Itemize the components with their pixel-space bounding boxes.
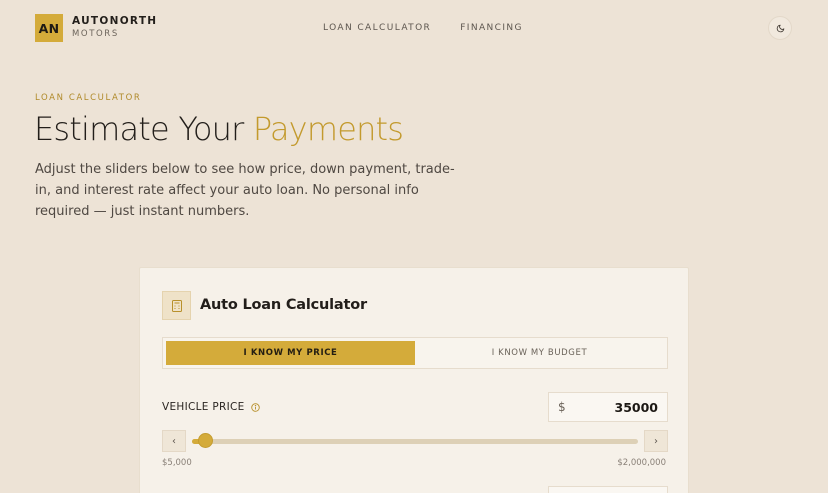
price-increment-button[interactable]: › <box>644 430 668 452</box>
title-accent: Payments <box>252 110 404 148</box>
brand-subtitle: MOTORS <box>72 29 119 39</box>
vehicle-price-slider-thumb[interactable] <box>197 433 213 448</box>
main-nav: LOAN CALCULATOR FINANCING <box>323 23 523 33</box>
calculator-icon <box>171 299 182 312</box>
nav-link-loan-calculator[interactable]: LOAN CALCULATOR <box>323 23 431 33</box>
card-title: Auto Loan Calculator <box>200 297 367 313</box>
page-title: Estimate Your Payments <box>34 110 404 148</box>
brand-logo: AN <box>35 14 63 42</box>
brand-name: AUTONORTH <box>72 15 158 27</box>
next-field-input[interactable] <box>548 486 668 493</box>
nav-link-financing[interactable]: FINANCING <box>460 23 523 33</box>
title-plain: Estimate Your <box>34 110 244 148</box>
theme-toggle-button[interactable] <box>768 16 792 40</box>
card-icon-badge <box>162 291 191 320</box>
moon-icon <box>776 24 784 32</box>
tab-i-know-my-price[interactable]: I KNOW MY PRICE <box>166 341 415 365</box>
chevron-right-icon: › <box>654 435 658 447</box>
chevron-left-icon: ‹ <box>172 435 176 447</box>
currency-symbol: $ <box>558 400 566 414</box>
info-icon[interactable] <box>250 402 260 412</box>
mode-tabs: I KNOW MY PRICE I KNOW MY BUDGET <box>162 337 668 369</box>
brand[interactable]: AN AUTONORTH MOTORS <box>35 14 157 42</box>
vehicle-price-slider-track[interactable] <box>192 439 638 444</box>
tab-i-know-my-budget[interactable]: I KNOW MY BUDGET <box>415 341 664 365</box>
vehicle-price-value[interactable]: 35000 <box>615 400 659 415</box>
slider-min-label: $5,000 <box>162 458 192 468</box>
hero-description: Adjust the sliders below to see how pric… <box>35 162 455 219</box>
vehicle-price-input[interactable]: $ 35000 <box>548 392 668 422</box>
slider-max-label: $2,000,000 <box>617 458 666 468</box>
brand-text: AUTONORTH MOTORS <box>72 15 157 41</box>
loan-calculator-card: Auto Loan Calculator I KNOW MY PRICE I K… <box>139 267 689 493</box>
price-decrement-button[interactable]: ‹ <box>162 430 186 452</box>
vehicle-price-label-group: VEHICLE PRICE <box>162 401 260 413</box>
hero-eyebrow: LOAN CALCULATOR <box>35 93 142 103</box>
vehicle-price-label: VEHICLE PRICE <box>162 401 245 413</box>
